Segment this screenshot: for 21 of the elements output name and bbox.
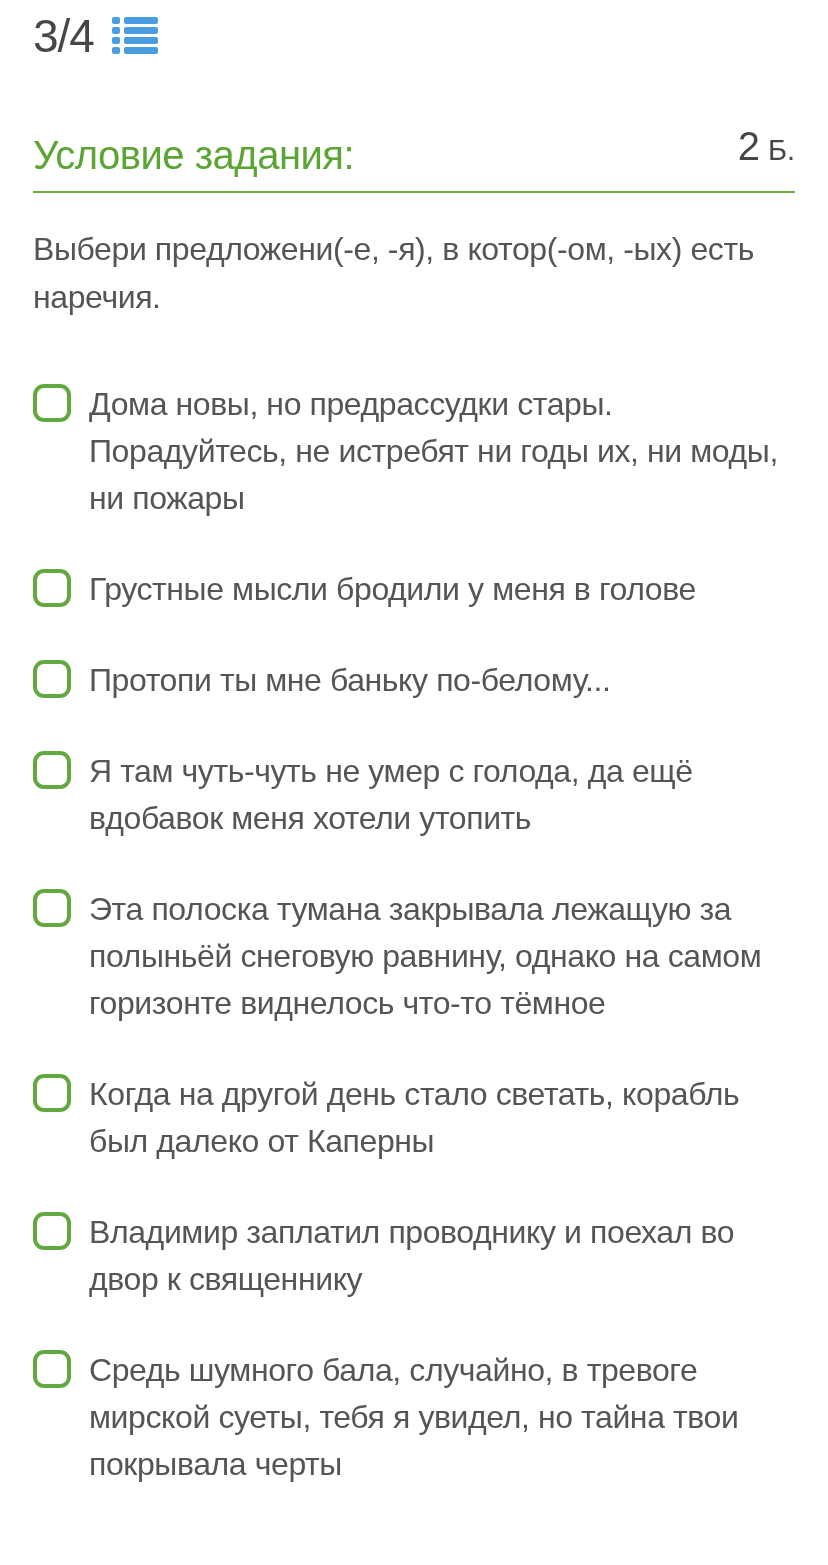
checkbox[interactable] bbox=[33, 751, 71, 789]
checkbox[interactable] bbox=[33, 569, 71, 607]
option-text: Протопи ты мне баньку по-белому... bbox=[89, 661, 611, 700]
checkbox[interactable] bbox=[33, 1212, 71, 1250]
checkbox[interactable] bbox=[33, 889, 71, 927]
option-text: Владимир заплатил проводнику и поехал во двор к священнику bbox=[89, 1213, 736, 1299]
option-text: Когда на другой день стало светать, корабль был далеко от Каперны bbox=[89, 1075, 741, 1161]
task-heading: Условие задания: bbox=[33, 132, 355, 179]
option-text: Средь шумного бала, случайно, в тревоге мирской суеты, тебя я увидел, но тайна твои покрывала черты bbox=[89, 1351, 740, 1484]
checkbox[interactable] bbox=[33, 1350, 71, 1388]
option-text: Эта полоска тумана закрывала лежащую за полыньёй снеговую равнину, однако на самом горизонте виднелось что-то тёмное bbox=[89, 890, 763, 1023]
checkbox[interactable] bbox=[33, 1074, 71, 1112]
checkbox[interactable] bbox=[33, 660, 71, 698]
option-text: Я там чуть-чуть не умер с голода, да ещё вдобавок меня хотели утопить bbox=[89, 752, 694, 838]
points-label: 2 Б. bbox=[737, 123, 795, 170]
task-instruction: Выбери предложени(-е, -я), в котор(-ом, -ых) есть наречия. bbox=[33, 230, 755, 317]
checkbox[interactable] bbox=[33, 384, 71, 422]
list-icon[interactable] bbox=[111, 16, 158, 56]
question-counter: 3/4 bbox=[33, 13, 94, 59]
option-text: Грустные мысли бродили у меня в голове bbox=[89, 570, 696, 609]
option-text: Дома новы, но предрассудки стары. Порадуйтесь, не истребят ни годы их, ни моды, ни пожары bbox=[89, 385, 779, 518]
